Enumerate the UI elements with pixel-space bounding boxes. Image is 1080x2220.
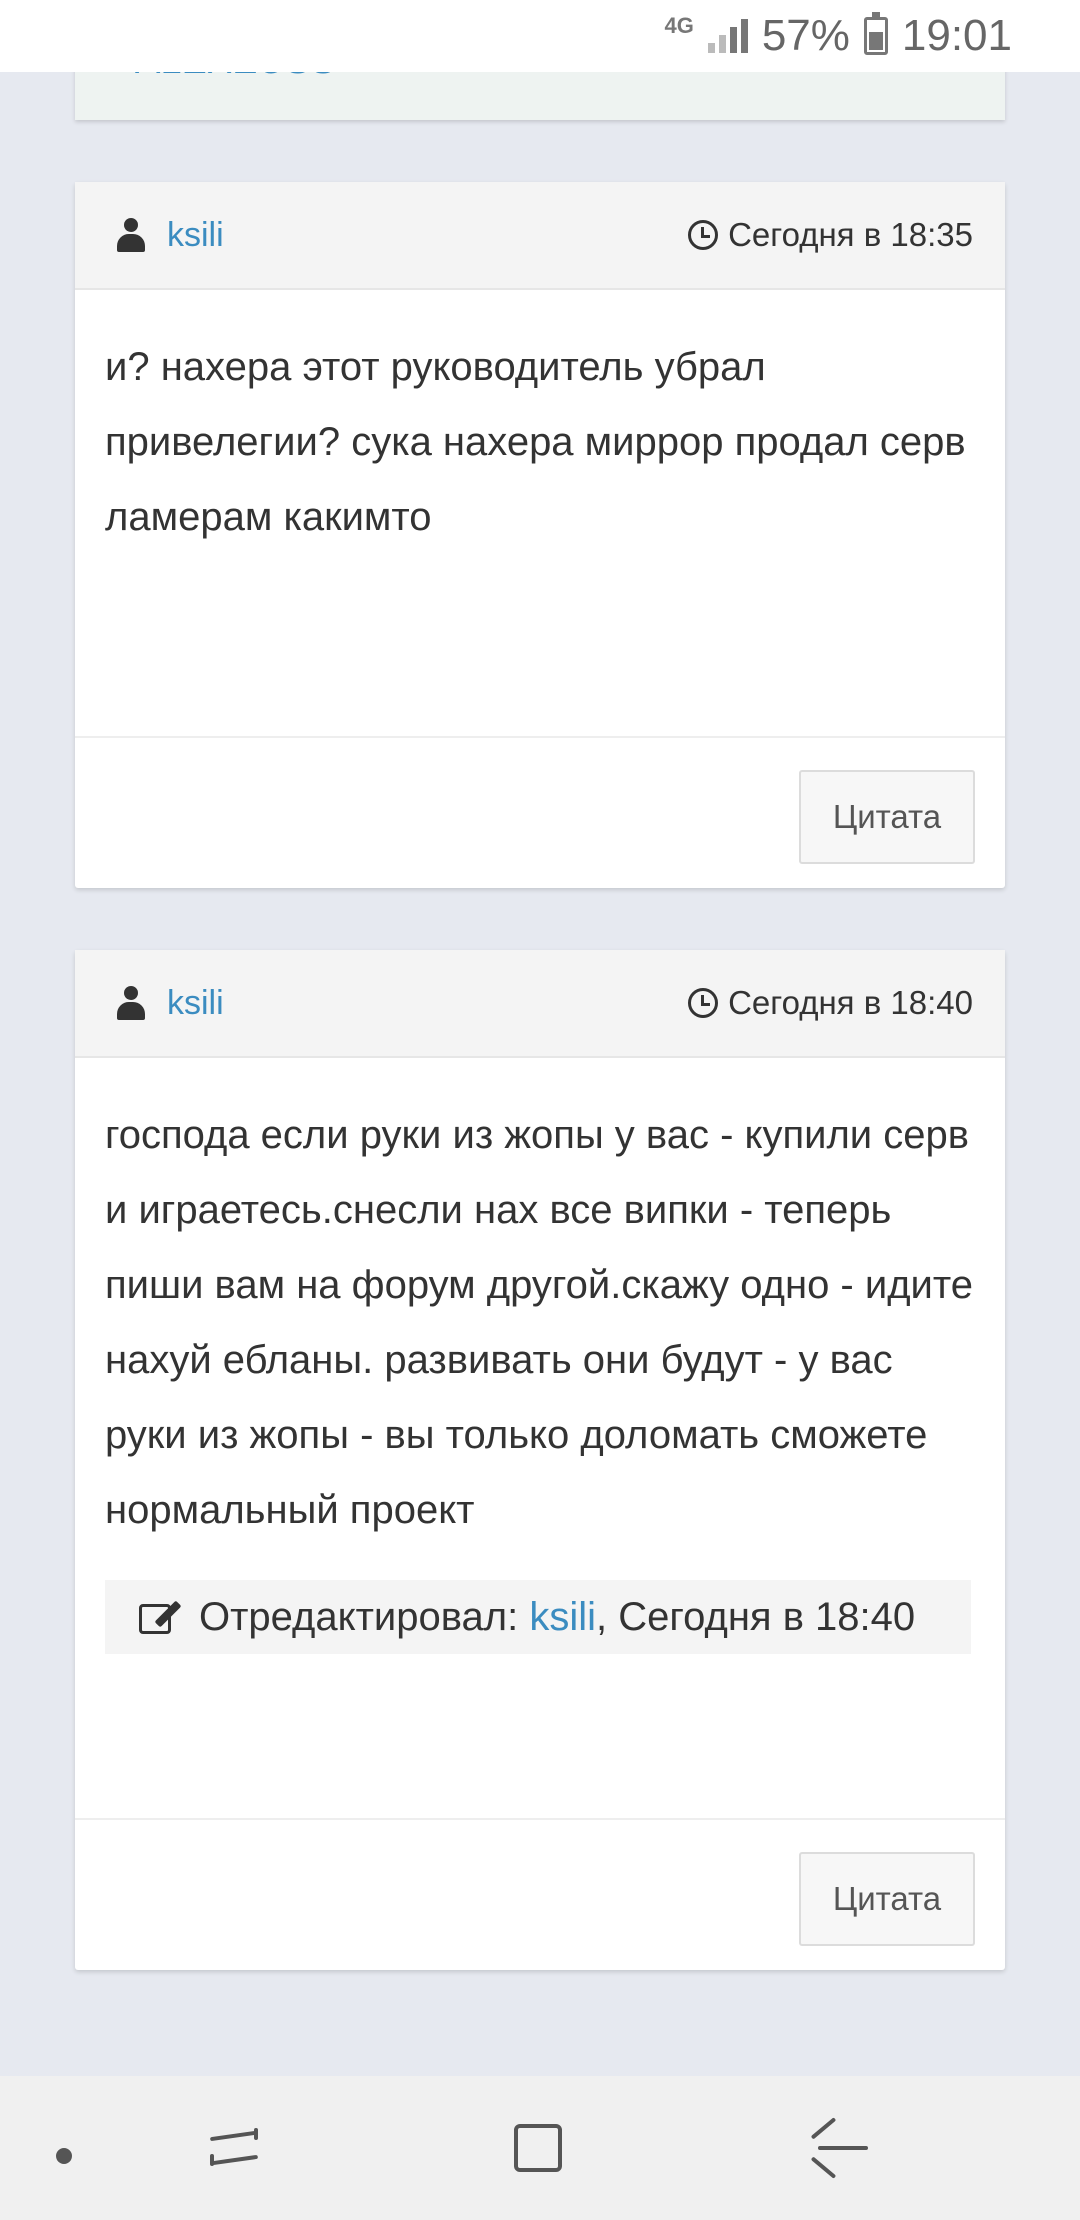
post-author: ksili — [117, 216, 224, 255]
edit-note-time: , Сегодня в 18:40 — [596, 1595, 916, 1639]
home-icon[interactable] — [514, 2124, 562, 2172]
nav-dot-icon[interactable] — [56, 2148, 72, 2164]
navigation-bar — [0, 2076, 1080, 2220]
user-icon — [117, 986, 145, 1020]
user-icon — [117, 218, 145, 252]
post-body: господа если руки из жопы у вас - купили… — [75, 1058, 1005, 1654]
post-text: господа если руки из жопы у вас - купили… — [105, 1113, 974, 1532]
clock-time: 19:01 — [901, 11, 1012, 60]
post-header: ksili Сегодня в 18:35 — [75, 182, 1005, 290]
battery-icon — [863, 12, 888, 55]
quote-button[interactable]: Цитата — [799, 1852, 975, 1946]
forum-post: ksili Сегодня в 18:35 и? нахера этот рук… — [75, 182, 1005, 888]
post-author: ksili — [117, 984, 224, 1023]
post-footer: Цитата — [75, 736, 1005, 888]
quote-button[interactable]: Цитата — [799, 770, 975, 864]
battery-percentage: 57% — [761, 11, 850, 60]
post-time: Сегодня в 18:40 — [688, 984, 973, 1022]
post-body: и? нахера этот руководитель убрал привел… — [105, 345, 966, 539]
recent-apps-icon[interactable] — [209, 2124, 260, 2172]
forum-post: ksili Сегодня в 18:40 господа если руки … — [75, 950, 1005, 1970]
post-timestamp: Сегодня в 18:40 — [728, 984, 973, 1021]
post-time: Сегодня в 18:35 — [688, 216, 973, 254]
author-link[interactable]: ksili — [167, 984, 224, 1023]
post-footer: Цитата — [75, 1818, 1005, 1970]
signal-icon — [707, 19, 748, 53]
edit-icon — [139, 1598, 182, 1636]
edit-note-prefix: Отредактировал: — [199, 1595, 519, 1639]
clock-icon — [688, 988, 719, 1018]
network-type-indicator: 4G — [664, 13, 694, 38]
post-timestamp: Сегодня в 18:35 — [728, 216, 973, 253]
clock-icon — [688, 220, 719, 250]
post-header: ksili Сегодня в 18:40 — [75, 950, 1005, 1058]
back-icon[interactable] — [810, 2117, 870, 2179]
status-bar: 4G 57% 19:01 — [0, 0, 1080, 72]
edit-note: Отредактировал: ksili, Сегодня в 18:40 — [105, 1580, 971, 1654]
author-link[interactable]: ksili — [167, 216, 224, 255]
editor-link[interactable]: ksili — [529, 1595, 596, 1639]
